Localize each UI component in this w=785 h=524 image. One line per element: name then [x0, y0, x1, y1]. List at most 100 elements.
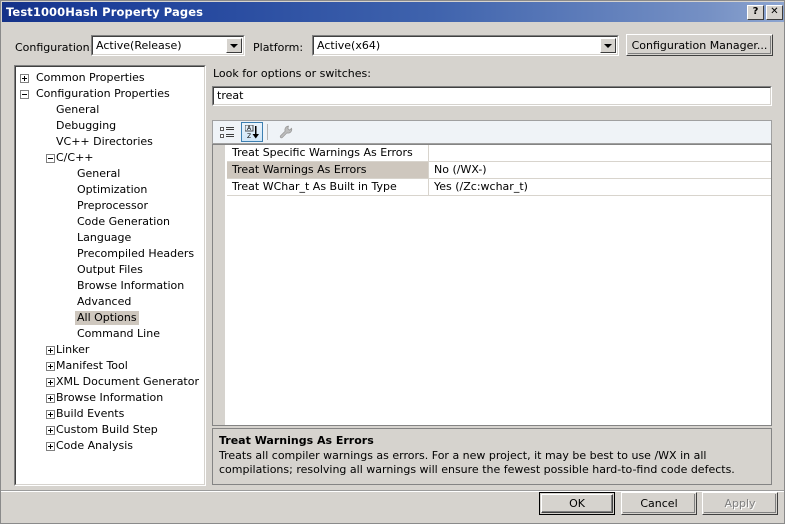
tree-item-label: Output Files [77, 263, 143, 276]
tree-item-manifest-tool[interactable]: Manifest Tool [15, 358, 205, 374]
tree-item-label: VC++ Directories [56, 135, 153, 148]
tree-item-common-properties[interactable]: Common Properties [15, 70, 205, 86]
configuration-label: Configuration: [15, 41, 94, 54]
property-value[interactable]: Yes (/Zc:wchar_t) [429, 179, 771, 195]
property-row[interactable]: Treat WChar_t As Built in Type Yes (/Zc:w… [227, 179, 771, 196]
tree-item-label: Browse Information [56, 391, 164, 404]
tree-item-label: General [56, 103, 100, 116]
tree-item-label: Code Generation [77, 215, 171, 228]
tree-item-label: Code Analysis [56, 439, 133, 452]
property-pages-dialog: Test1000Hash Property Pages ? ✕ Configur… [0, 0, 785, 524]
tree-item-preprocessor[interactable]: Preprocessor [15, 198, 205, 214]
tree-item-xml-document-generator[interactable]: XML Document Generator [15, 374, 205, 390]
tree-item-label: Configuration Properties [36, 87, 170, 100]
description-title: Treat Warnings As Errors [219, 434, 374, 447]
tree-item-browse-information[interactable]: Browse Information [15, 278, 205, 294]
property-name: Treat Specific Warnings As Errors [227, 145, 429, 161]
cancel-button-label: Cancel [640, 497, 678, 510]
tree-item-label: General [77, 167, 121, 180]
window-title: Test1000Hash Property Pages [6, 5, 204, 19]
property-pages-wrench-icon [279, 125, 293, 139]
tree-item-label: Optimization [77, 183, 148, 196]
alphabetical-sort-icon: A Z [244, 125, 259, 139]
properties-tree[interactable]: Common Properties Configuration Propertie… [15, 66, 205, 485]
question-mark-icon: ? [752, 6, 759, 17]
tree-item-all-options[interactable]: All Options [15, 310, 205, 326]
tree-item-vc-directories[interactable]: VC++ Directories [15, 134, 205, 150]
search-label: Look for options or switches: [213, 67, 371, 80]
tree-item-advanced[interactable]: Advanced [15, 294, 205, 310]
property-value[interactable]: No (/WX-) [429, 162, 771, 178]
tree-item-c-c[interactable]: C/C++ [15, 150, 205, 166]
ok-button-label: OK [569, 497, 585, 510]
categorized-view-icon [219, 126, 234, 138]
tree-item-optimization[interactable]: Optimization [15, 182, 205, 198]
tree-item-label: Manifest Tool [56, 359, 128, 372]
tree-item-general[interactable]: General [15, 166, 205, 182]
tree-item-label: XML Document Generator [56, 375, 199, 388]
property-grid-toolbar: A Z [212, 120, 772, 144]
configuration-combobox[interactable]: Active(Release) [91, 35, 245, 56]
categorized-view-button[interactable] [216, 122, 238, 142]
tree-item-browse-information[interactable]: Browse Information [15, 390, 205, 406]
search-input-value: treat [217, 89, 244, 102]
tree-item-code-analysis[interactable]: Code Analysis [15, 438, 205, 454]
platform-combobox-value: Active(x64) [317, 39, 381, 52]
tree-item-label: Language [77, 231, 132, 244]
search-input-bevel [213, 87, 771, 105]
configuration-combobox-value: Active(Release) [96, 39, 182, 52]
close-button[interactable]: ✕ [766, 4, 783, 20]
collapse-icon[interactable] [20, 89, 29, 99]
tree-item-custom-build-step[interactable]: Custom Build Step [15, 422, 205, 438]
title-bar: Test1000Hash Property Pages ? ✕ [2, 2, 784, 22]
cancel-button[interactable]: Cancel [621, 492, 697, 515]
property-pages-button[interactable] [275, 122, 297, 142]
property-grid-gutter [213, 145, 226, 425]
apply-button[interactable]: Apply [702, 492, 778, 515]
tree-item-debugging[interactable]: Debugging [15, 118, 205, 134]
tree-item-label: Precompiled Headers [77, 247, 195, 260]
properties-tree-panel: Common Properties Configuration Propertie… [14, 65, 206, 486]
configuration-dropdown-arrow-icon[interactable] [226, 38, 242, 53]
tree-item-label: Advanced [77, 295, 132, 308]
toolbar-separator [267, 124, 268, 140]
tree-item-output-files[interactable]: Output Files [15, 262, 205, 278]
tree-item-label: Common Properties [36, 71, 145, 84]
configuration-manager-button-label: Configuration Manager... [631, 38, 768, 52]
tree-item-code-generation[interactable]: Code Generation [15, 214, 205, 230]
tree-item-linker[interactable]: Linker [15, 342, 205, 358]
ok-button[interactable]: OK [539, 492, 615, 515]
expand-icon[interactable] [20, 73, 29, 83]
chevron-down-icon [230, 43, 238, 48]
tree-item-build-events[interactable]: Build Events [15, 406, 205, 422]
tree-item-language[interactable]: Language [15, 230, 205, 246]
tree-item-general[interactable]: General [15, 102, 205, 118]
search-input[interactable]: treat [212, 86, 772, 106]
tree-item-precompiled-headers[interactable]: Precompiled Headers [15, 246, 205, 262]
help-button[interactable]: ? [747, 4, 764, 20]
configuration-manager-button[interactable]: Configuration Manager... [626, 34, 773, 56]
property-value[interactable] [429, 145, 771, 161]
property-row[interactable]: Treat Warnings As Errors No (/WX-) [227, 162, 771, 179]
description-body: Treats all compiler warnings as errors. … [219, 449, 735, 476]
tree-item-configuration-properties[interactable]: Configuration Properties [15, 86, 205, 102]
svg-text:Z: Z [246, 133, 250, 139]
property-name: Treat WChar_t As Built in Type [227, 179, 429, 195]
tree-item-label: Debugging [56, 119, 117, 132]
tree-item-label: All Options [75, 311, 139, 325]
tree-item-label: Browse Information [77, 279, 185, 292]
description-panel: Treat Warnings As Errors Treats all comp… [212, 428, 772, 485]
close-icon: ✕ [770, 6, 779, 17]
tree-item-label: Linker [56, 343, 90, 356]
tree-item-label: C/C++ [56, 151, 94, 164]
platform-label: Platform: [253, 41, 304, 54]
property-grid[interactable]: Treat Specific Warnings As Errors Treat W… [212, 144, 772, 426]
tree-item-command-line[interactable]: Command Line [15, 326, 205, 342]
apply-button-label: Apply [724, 497, 756, 510]
property-name: Treat Warnings As Errors [227, 162, 429, 178]
platform-combobox[interactable]: Active(x64) [312, 35, 619, 56]
property-row[interactable]: Treat Specific Warnings As Errors [227, 145, 771, 162]
alphabetical-sort-button[interactable]: A Z [241, 122, 263, 142]
tree-item-label: Command Line [77, 327, 160, 340]
platform-dropdown-arrow-icon[interactable] [600, 38, 616, 53]
